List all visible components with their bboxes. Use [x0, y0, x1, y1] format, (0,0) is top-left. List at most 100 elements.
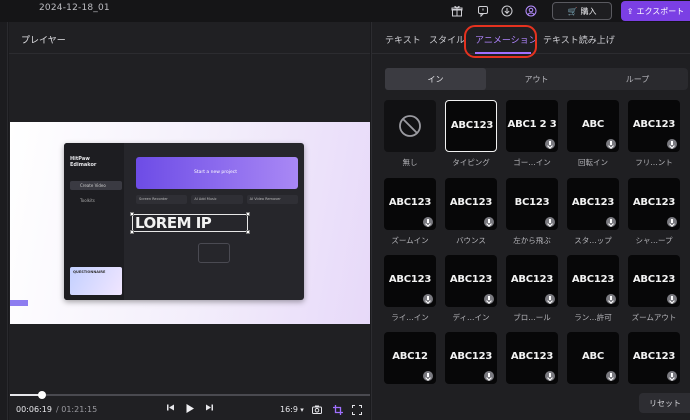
player-panel: プレイヤー HitPaw Edimakor Create Video Toolk… — [9, 22, 370, 420]
download-icon[interactable] — [423, 294, 433, 304]
animation-preview: ABC123 — [449, 197, 493, 208]
animation-tile[interactable]: ABC123 — [384, 255, 436, 307]
animation-tile[interactable]: ABC123 — [506, 255, 558, 307]
text-overlay-selection[interactable]: LOREM IP — [132, 214, 248, 232]
download-icon[interactable] — [606, 371, 616, 381]
preview-tool: AI Add Music — [191, 195, 243, 204]
animation-preview: ABC123 — [510, 351, 554, 362]
animation-tile[interactable]: ABC — [567, 332, 619, 384]
animation-tile[interactable]: ABC123 — [628, 332, 680, 384]
download-icon[interactable] — [545, 294, 555, 304]
next-frame-icon[interactable] — [205, 403, 214, 415]
animation-preview: ABC123 — [632, 119, 676, 130]
animation-tile[interactable]: ABC123 — [628, 178, 680, 230]
top-bar: 2024-12-18_01 🛒 購入 ⇪ エクスポート — [0, 0, 690, 22]
segment-out[interactable]: アウト — [486, 68, 587, 90]
animation-preview: ABC1 2 3 — [507, 119, 557, 130]
animation-preview: ABC123 — [632, 274, 676, 285]
download-icon[interactable] — [667, 371, 677, 381]
download-icon[interactable] — [498, 2, 516, 20]
download-icon[interactable] — [545, 217, 555, 227]
download-icon[interactable] — [606, 139, 616, 149]
account-icon[interactable] — [522, 2, 540, 20]
segment-loop[interactable]: ループ — [587, 68, 688, 90]
animation-tile[interactable] — [384, 100, 436, 152]
preview-stripe — [10, 300, 28, 306]
tab-text-to-speech[interactable]: テキスト読み上げ — [543, 33, 615, 46]
reset-button[interactable]: リセット — [639, 393, 690, 413]
play-icon[interactable] — [185, 403, 195, 417]
animation-label: 無し — [402, 158, 418, 167]
animation-tile[interactable]: ABC123 — [384, 178, 436, 230]
animation-preview: BC123 — [514, 197, 550, 208]
animation-tile[interactable]: ABC — [567, 100, 619, 152]
snapshot-icon[interactable] — [312, 405, 322, 417]
animation-label: バウンス — [456, 236, 486, 245]
download-icon[interactable] — [606, 217, 616, 227]
chevron-down-icon: ▾ — [297, 406, 304, 414]
segment-in[interactable]: イン — [385, 68, 486, 90]
animation-label: ラン…許可 — [574, 313, 612, 322]
resize-handle[interactable] — [246, 212, 250, 216]
feedback-icon[interactable] — [474, 2, 492, 20]
download-icon[interactable] — [423, 371, 433, 381]
project-name[interactable]: 2024-12-18_01 — [39, 3, 110, 13]
preview-tools-row: Screen Recorder AI Add Music AI Video Re… — [136, 195, 298, 204]
animation-tile[interactable]: ABC12 — [384, 332, 436, 384]
animation-preview: ABC — [581, 119, 605, 130]
download-icon[interactable] — [484, 371, 494, 381]
animation-tile[interactable]: ABC1 2 3 — [506, 100, 558, 152]
animation-label: ディ…イン — [452, 313, 490, 322]
animation-tile[interactable]: ABC123 — [628, 255, 680, 307]
animation-preview: ABC123 — [632, 351, 676, 362]
gift-icon[interactable] — [448, 2, 466, 20]
animation-tile[interactable]: ABC123 — [567, 255, 619, 307]
download-icon[interactable] — [423, 217, 433, 227]
download-icon[interactable] — [667, 139, 677, 149]
preview-app-brand: HitPaw Edimakor — [70, 156, 97, 168]
download-icon[interactable] — [545, 371, 555, 381]
preview-tool: AI Video Remover — [246, 195, 298, 204]
animation-tile[interactable]: ABC123 — [445, 332, 497, 384]
download-icon[interactable] — [545, 139, 555, 149]
animation-tile[interactable]: ABC123 — [567, 178, 619, 230]
animation-preview: ABC123 — [388, 197, 432, 208]
player-header: プレイヤー — [9, 22, 370, 54]
crop-icon[interactable] — [333, 405, 343, 418]
download-icon[interactable] — [606, 294, 616, 304]
animation-label: ズームアウト — [631, 313, 677, 322]
aspect-ratio-select[interactable]: 16:9 ▾ — [280, 405, 304, 414]
animation-tile[interactable]: ABC123 — [628, 100, 680, 152]
download-icon[interactable] — [484, 217, 494, 227]
resize-handle[interactable] — [130, 212, 134, 216]
previous-frame-icon[interactable] — [166, 403, 175, 415]
download-icon[interactable] — [667, 294, 677, 304]
animation-tile[interactable]: ABC123 — [445, 100, 497, 152]
tab-style[interactable]: スタイル — [429, 33, 465, 46]
playback-bar: 00:06:19 / 01:21:15 16:9 ▾ — [9, 386, 370, 420]
download-icon[interactable] — [667, 217, 677, 227]
buy-button[interactable]: 🛒 購入 — [552, 2, 612, 20]
animation-preview: ABC123 — [449, 274, 493, 285]
preview-nav-create: Create Video — [70, 181, 122, 190]
animation-tile[interactable]: ABC123 — [445, 178, 497, 230]
player-title: プレイヤー — [21, 36, 66, 46]
tab-text[interactable]: テキスト — [385, 33, 421, 46]
resize-handle[interactable] — [246, 230, 250, 234]
download-icon[interactable] — [484, 294, 494, 304]
animation-preview: ABC123 — [449, 351, 493, 362]
animation-preview: ABC123 — [450, 120, 494, 131]
timeline-track[interactable] — [10, 391, 370, 399]
animation-preview: ABC — [581, 351, 605, 362]
animation-tile[interactable]: ABC123 — [506, 332, 558, 384]
animation-tile[interactable]: BC123 — [506, 178, 558, 230]
none-icon — [384, 115, 436, 152]
video-preview[interactable]: HitPaw Edimakor Create Video Toolkits QU… — [10, 122, 370, 324]
export-icon: ⇪ — [626, 6, 634, 16]
export-button[interactable]: ⇪ エクスポート — [621, 1, 690, 21]
playhead-handle[interactable] — [38, 391, 47, 399]
fullscreen-icon[interactable] — [352, 405, 362, 418]
animation-label: ブロ…ール — [513, 313, 551, 322]
animation-tile[interactable]: ABC123 — [445, 255, 497, 307]
resize-handle[interactable] — [130, 230, 134, 234]
